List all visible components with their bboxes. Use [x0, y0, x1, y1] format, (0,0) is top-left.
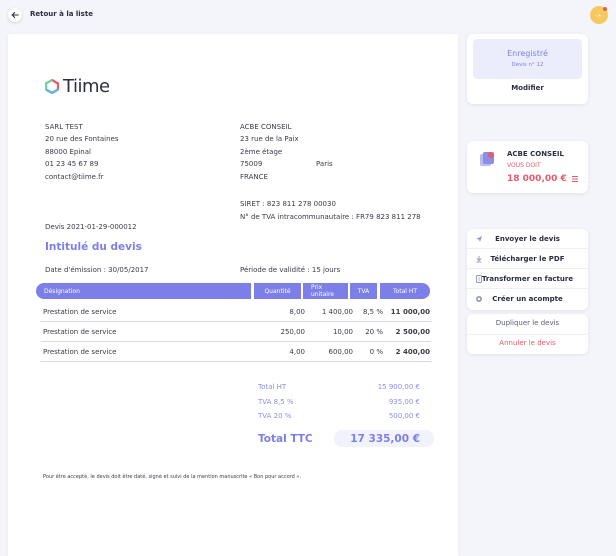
company-logo: Tiime: [45, 76, 110, 97]
column-header-total-ht: Total HT: [380, 283, 430, 299]
secondary-actions: Dupliquer le devis Annuler le devis: [467, 314, 588, 354]
create-deposit-button[interactable]: Créer un acompte: [467, 289, 588, 309]
cell-quantity: 4,00: [289, 348, 305, 356]
back-button[interactable]: [8, 8, 22, 22]
convert-to-invoice-button[interactable]: Transformer en facture: [467, 269, 588, 289]
arrow-left-icon: [11, 12, 19, 18]
send-quote-button[interactable]: Envoyer le devis: [467, 229, 588, 249]
top-bar: Retour à la liste ◔: [0, 0, 616, 30]
recipient-postcode: 75009: [240, 160, 263, 168]
column-header-unit-price: Prix unitaire: [303, 283, 348, 299]
client-name: ACBE CONSEIL: [507, 150, 564, 158]
sender-name: SARL TEST: [45, 123, 83, 131]
modify-button[interactable]: Modifier: [467, 84, 588, 92]
client-folder-icon: [480, 152, 494, 166]
action-label: Envoyer le devis: [495, 235, 560, 243]
tiime-logo-icon: [45, 79, 59, 94]
table-row: Prestation de service 4,00 600,00 0 % 2 …: [41, 342, 431, 362]
table-row: Prestation de service 250,00 10,00 20 % …: [41, 322, 431, 342]
tva2-value: 500,00 €: [388, 412, 420, 420]
status-title: Enregistré: [507, 49, 548, 58]
action-label: Télécharger le PDF: [490, 255, 565, 263]
recipient-address2: 2ème étage: [240, 148, 283, 156]
actions-menu: Envoyer le devis Télécharger le PDF Tran…: [467, 229, 588, 310]
total-ht-value: 15 900,00 €: [377, 383, 420, 391]
cell-unit-price: 600,00: [328, 348, 354, 356]
cell-unit-price: 10,00: [332, 328, 353, 336]
action-label: Transformer en facture: [481, 275, 574, 283]
user-avatar[interactable]: ◔: [590, 6, 608, 24]
status-card: Enregistré Devis n° 12 Modifier: [467, 34, 588, 104]
total-ht-label: Total HT: [258, 383, 287, 391]
client-amount: 18 000,00 €: [507, 174, 567, 184]
cell-quantity: 8,00: [289, 308, 305, 316]
tva1-value: 935,00 €: [388, 398, 420, 406]
divider: [467, 334, 588, 335]
sender-email: contact@tiime.fr: [45, 173, 104, 181]
status-badge: Enregistré Devis n° 12: [473, 39, 582, 79]
cell-tva: 8,5 %: [362, 308, 383, 316]
cell-total: 2 400,00: [395, 348, 430, 356]
total-ttc-label: Total TTC: [258, 433, 313, 445]
column-header-designation: Désignation: [36, 283, 251, 299]
client-owes-label: VOUS DOIT: [507, 162, 541, 169]
list-icon: [572, 176, 578, 182]
cancel-quote-button[interactable]: Annuler le devis: [467, 339, 588, 347]
cell-designation: Prestation de service: [43, 328, 117, 336]
recipient-name: ACBE CONSEIL: [240, 123, 292, 131]
recipient-country: FRANCE: [240, 173, 268, 181]
quote-document: Tiime SARL TEST 20 rue des Fontaines 880…: [8, 34, 458, 556]
recipient-city: Paris: [316, 160, 333, 168]
cell-designation: Prestation de service: [43, 348, 117, 356]
cell-unit-price: 1 400,00: [321, 308, 353, 316]
download-pdf-button[interactable]: Télécharger le PDF: [467, 249, 588, 269]
cell-total: 11 000,00: [390, 308, 430, 316]
duplicate-quote-button[interactable]: Dupliquer le devis: [467, 319, 588, 327]
validity-period: Période de validité : 15 jours: [240, 266, 341, 274]
acceptance-footnote: Pour être accepté, le devis doit être da…: [43, 474, 302, 480]
recipient-siret: SIRET : 823 811 278 00030: [240, 200, 336, 208]
action-label: Créer un acompte: [492, 295, 563, 303]
recipient-address1: 23 rue de la Paix: [240, 135, 299, 143]
sender-address1: 20 rue des Fontaines: [45, 135, 119, 143]
back-link-label[interactable]: Retour à la liste: [30, 10, 93, 18]
tva2-label: TVA 20 %: [258, 412, 292, 420]
total-ttc-value: 17 335,00 €: [350, 433, 420, 445]
recipient-tva-number: N° de TVA intracommunautaire : FR79 823 …: [240, 213, 421, 221]
column-header-quantity: Quantité: [254, 283, 301, 299]
column-header-tva: TVA: [350, 283, 377, 299]
sender-phone: 01 23 45 67 89: [45, 160, 99, 168]
cell-tva: 20 %: [365, 328, 383, 336]
status-subtitle: Devis n° 12: [511, 62, 544, 68]
cell-tva: 0 %: [369, 348, 383, 356]
client-balance-card[interactable]: ACBE CONSEIL VOUS DOIT 18 000,00 €: [467, 141, 588, 193]
issue-date: Date d'émission : 30/05/2017: [45, 266, 149, 274]
tva1-label: TVA 8,5 %: [258, 398, 294, 406]
table-row: Prestation de service 8,00 1 400,00 8,5 …: [41, 302, 431, 322]
notification-dot: [603, 7, 607, 11]
logo-text: Tiime: [63, 76, 110, 97]
sender-address2: 88000 Epinal: [45, 148, 91, 156]
cell-designation: Prestation de service: [43, 308, 117, 316]
cell-quantity: 250,00: [280, 328, 306, 336]
cell-total: 2 500,00: [395, 328, 430, 336]
quote-number: Devis 2021-01-29-000012: [45, 223, 137, 231]
quote-title[interactable]: Intitulé du devis: [45, 241, 142, 253]
